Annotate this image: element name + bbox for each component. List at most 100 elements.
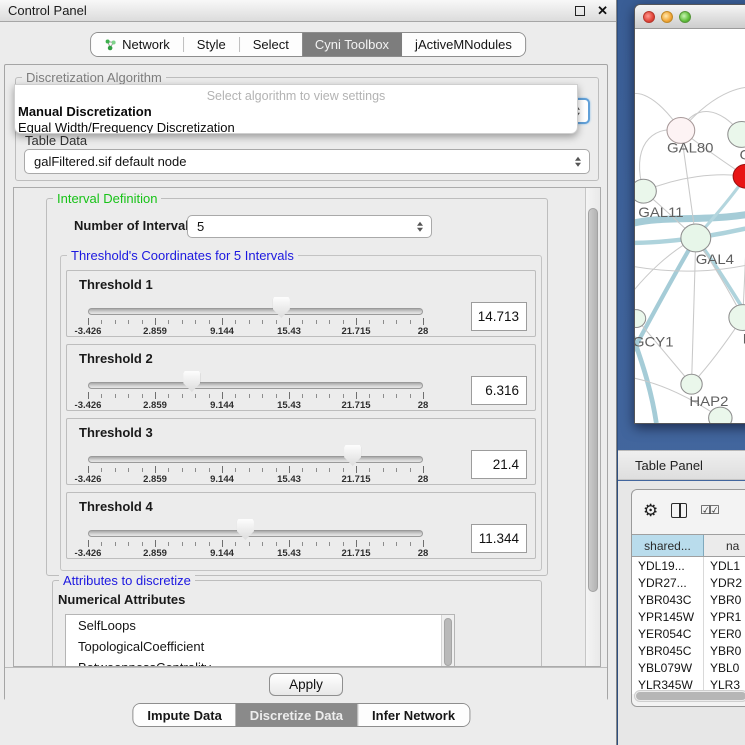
slider-tick-label: 2.859 <box>143 326 167 337</box>
threshold-panel: Threshold 3-3.4262.8599.14415.4321.71528… <box>66 418 536 485</box>
attribute-list-item[interactable]: BetweennessCentrality <box>66 657 454 667</box>
threshold-slider-track[interactable] <box>88 308 423 315</box>
float-window-icon[interactable] <box>575 6 585 16</box>
network-node[interactable] <box>728 122 745 148</box>
table-cell[interactable]: YDR27... <box>632 574 704 591</box>
network-edge[interactable] <box>644 175 745 191</box>
attributes-to-discretize-group: Attributes to discretize Numerical Attri… <box>52 580 542 667</box>
slider-tick-label: 28 <box>418 548 429 559</box>
network-canvas[interactable]: GAL80GACGAL11GAL4GCY1HHAP2 <box>635 29 745 423</box>
table-row[interactable]: YDR27...YDR2 <box>632 574 745 591</box>
algorithm-option[interactable]: Manual Discretization <box>18 104 152 119</box>
select-columns-icon[interactable]: ☑☑ <box>700 503 718 517</box>
tab-label: Network <box>122 37 170 52</box>
screen: Control Panel ✕ NetworkStyleSelectCyni T… <box>0 0 745 745</box>
algorithm-option[interactable]: Equal Width/Frequency Discretization <box>18 120 235 134</box>
desktop-background: GAL80GACGAL11GAL4GCY1HHAP2 Table Panel ⚙… <box>617 0 745 745</box>
bottom-tab-discretize-data[interactable]: Discretize Data <box>236 704 357 726</box>
slider-tick-labels: -3.4262.8599.14415.4321.71528 <box>88 326 423 337</box>
table-row[interactable]: YER054CYER0 <box>632 625 745 642</box>
threshold-panel: Threshold 4 -3.4262.8599.14415.4321.71528… <box>66 492 536 559</box>
table-cell[interactable]: YER054C <box>632 625 704 642</box>
table-cell[interactable]: YBR043C <box>632 591 704 608</box>
tab-network[interactable]: Network <box>91 33 183 56</box>
threshold-value-field[interactable]: 11.344 <box>471 524 527 553</box>
threshold-slider-track[interactable] <box>88 382 423 389</box>
cyni-toolbox-panel: Discretization Algorithm Table Data galF… <box>4 64 608 700</box>
table-data-combobox[interactable]: galFiltered.sif default node <box>24 149 590 174</box>
table-cell[interactable]: YBL0 <box>704 659 745 676</box>
table-cell[interactable]: YBR0 <box>704 591 745 608</box>
tab-label: Cyni Toolbox <box>315 37 389 52</box>
slider-tick-label: 15.43 <box>277 326 301 337</box>
tab-label: Select <box>253 37 289 52</box>
threshold-label: Threshold 4 <box>79 499 153 514</box>
tab-label: jActiveMNodules <box>415 37 512 52</box>
network-node-label: GA <box>740 148 745 163</box>
network-node-label: GCY1 <box>635 335 674 350</box>
minimize-traffic-light[interactable] <box>661 11 673 23</box>
slider-tick-labels: -3.4262.8599.14415.4321.71528 <box>88 400 423 411</box>
threshold-slider-track[interactable] <box>88 530 423 537</box>
network-node-selected-red[interactable] <box>733 164 745 188</box>
table-cell[interactable]: YDL19... <box>632 557 704 574</box>
attribute-list-item[interactable]: TopologicalCoefficient <box>66 636 454 657</box>
threshold-value-field[interactable]: 21.4 <box>471 450 527 479</box>
table-row[interactable]: YBR045CYBR0 <box>632 642 745 659</box>
close-traffic-light[interactable] <box>643 11 655 23</box>
table-cell[interactable]: YPR145W <box>632 608 704 625</box>
tab-cyni-toolbox[interactable]: Cyni Toolbox <box>302 33 402 56</box>
column-header[interactable]: shared... <box>632 535 704 556</box>
table-cell[interactable]: YDR2 <box>704 574 745 591</box>
close-icon[interactable]: ✕ <box>597 6 608 16</box>
network-node[interactable] <box>635 179 656 203</box>
table-cell[interactable]: YBR0 <box>704 642 745 659</box>
control-panel-tabstrip: Network Style Select Cyni Toolbox jActiveMNo… <box>90 32 526 57</box>
table-row[interactable]: YPR145WYPR1 <box>632 608 745 625</box>
numerical-attributes-list[interactable]: SelfLoopsTopologicalCoefficientBetweenne… <box>65 614 455 667</box>
settings-vertical-scrollbar[interactable] <box>585 188 600 666</box>
table-cell[interactable]: YBR045C <box>632 642 704 659</box>
slider-tick-labels: -3.4262.8599.14415.4321.71528 <box>88 548 423 559</box>
threshold-value-field[interactable]: 6.316 <box>471 376 527 405</box>
network-node[interactable] <box>667 118 695 144</box>
table-cell[interactable]: YER0 <box>704 625 745 642</box>
table-horizontal-scrollbar[interactable] <box>634 690 745 702</box>
threshold-coordinates-legend: Threshold's Coordinates for 5 Intervals <box>67 248 298 263</box>
gear-icon[interactable]: ⚙ <box>643 502 658 519</box>
table-row[interactable]: YBL079WYBL0 <box>632 659 745 676</box>
table-cell[interactable]: YDL1 <box>704 557 745 574</box>
network-node[interactable] <box>729 305 745 331</box>
number-of-intervals-combobox[interactable]: 5 <box>187 215 432 238</box>
tab-style[interactable]: Style <box>184 33 239 56</box>
apply-button[interactable]: Apply <box>269 673 343 696</box>
zoom-traffic-light[interactable] <box>679 11 691 23</box>
table-panel-titlebar: Table Panel <box>618 450 745 480</box>
slider-tick-label: 2.859 <box>143 474 167 485</box>
tab-select[interactable]: Select <box>240 33 302 56</box>
table-cell[interactable]: YPR1 <box>704 608 745 625</box>
table-data-label: Table Data <box>25 133 87 148</box>
table-cell[interactable]: YBL079W <box>632 659 704 676</box>
apply-row: Apply <box>5 667 607 701</box>
bottom-tab-infer-network[interactable]: Infer Network <box>357 704 469 726</box>
threshold-value-field[interactable]: 14.713 <box>471 302 527 331</box>
slider-tick-label: 15.43 <box>277 400 301 411</box>
table-row[interactable]: YBR043CYBR0 <box>632 591 745 608</box>
column-header[interactable]: na <box>704 535 745 556</box>
network-node[interactable] <box>635 310 646 328</box>
split-columns-icon[interactable] <box>671 503 687 518</box>
slider-ticks <box>88 392 423 400</box>
attribute-list-scrollbar[interactable] <box>441 615 454 667</box>
threshold-slider-track[interactable] <box>88 456 423 463</box>
node-table: shared...naYDL19...YDL1YDR27...YDR2YBR04… <box>632 534 745 694</box>
threshold-panel: Threshold 2-3.4262.8599.14415.4321.71528… <box>66 344 536 411</box>
network-node[interactable] <box>681 374 702 394</box>
network-node[interactable] <box>681 224 711 252</box>
bottom-tab-impute-data[interactable]: Impute Data <box>133 704 235 726</box>
slider-tick-label: 9.144 <box>210 474 234 485</box>
table-row[interactable]: YDL19...YDL1 <box>632 557 745 574</box>
attribute-list-item[interactable]: SelfLoops <box>66 615 454 636</box>
tab-jactivemnodules[interactable]: jActiveMNodules <box>402 33 525 56</box>
table-panel-body: ⚙ ☑☑ shared...naYDL19...YDL1YDR27...YDR2… <box>618 481 745 745</box>
